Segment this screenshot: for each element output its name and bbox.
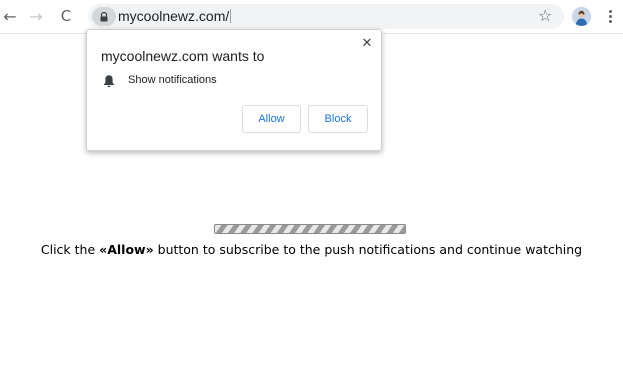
message-prefix: Click the [40,242,100,257]
instruction-message: Click the «Allow» button to subscribe to… [0,242,623,257]
more-menu-icon[interactable] [603,6,617,26]
allow-button[interactable]: Allow [242,105,301,133]
notification-permission-prompt: mycoolnewz.com wants to ✕ Show notificat… [86,29,382,151]
star-icon[interactable]: ☆ [538,6,552,25]
url-text: mycoolnewz.com/ [118,8,230,24]
forward-arrow-icon[interactable]: → [26,6,46,26]
loading-progress-bar [214,224,406,234]
text-caret [230,9,232,23]
message-emphasis: «Allow» [99,242,154,257]
reload-icon[interactable]: C [56,6,76,26]
address-bar[interactable]: mycoolnewz.com/ ☆ [88,4,564,29]
close-icon[interactable]: ✕ [359,35,375,51]
permission-label: Show notifications [128,74,217,86]
url-field[interactable]: mycoolnewz.com/ [118,8,232,24]
message-suffix: button to subscribe to the push notifica… [153,242,583,257]
back-arrow-icon[interactable]: ← [0,6,20,26]
block-button[interactable]: Block [308,105,368,133]
prompt-title: mycoolnewz.com wants to [101,48,265,64]
avatar[interactable] [572,7,591,26]
bell-icon [103,74,115,88]
lock-icon[interactable] [92,7,116,26]
